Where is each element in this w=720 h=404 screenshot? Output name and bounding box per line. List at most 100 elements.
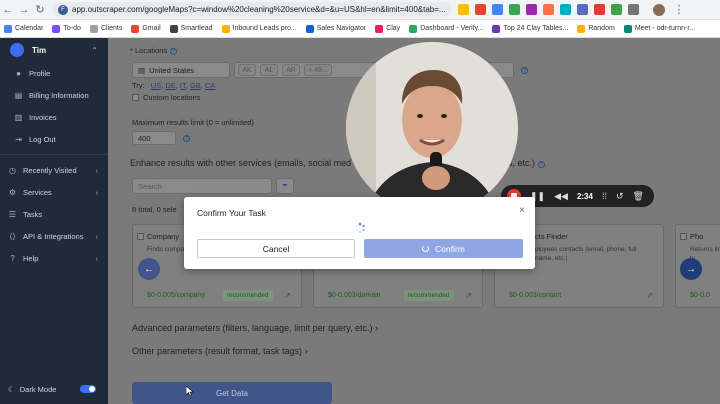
advanced-parameters-toggle[interactable]: Advanced parameters (filters, language, … xyxy=(132,323,378,333)
close-icon[interactable]: × xyxy=(519,205,525,216)
puzzle-icon[interactable] xyxy=(628,4,639,15)
meet-icon xyxy=(623,24,632,33)
bookmark-sales-navigator[interactable]: Sales Navigator xyxy=(305,24,366,33)
extension-icon[interactable] xyxy=(594,4,605,15)
sidebar-item-tasks[interactable]: ☰ Tasks xyxy=(0,203,108,225)
try-code-it[interactable]: IT xyxy=(180,81,186,90)
bookmark-todo[interactable]: To-do xyxy=(52,24,81,33)
limit-input[interactable]: 400 xyxy=(132,131,176,145)
bookmark-inbound-leads[interactable]: Inbound Leads pro... xyxy=(221,24,297,33)
sidebar: Tim ⌃ ● Profile ▤ Billing Information ▥ Inv… xyxy=(0,38,108,404)
extension-icon[interactable] xyxy=(611,4,622,15)
try-code-ca[interactable]: CA xyxy=(205,81,215,90)
reload-icon[interactable]: ↻ xyxy=(32,2,48,18)
state-chip[interactable]: AK xyxy=(238,64,256,76)
carousel-prev-button[interactable]: ← xyxy=(138,258,160,280)
help-icon[interactable]: ? xyxy=(170,48,178,55)
enhance-label: Enhance results with other services (ema… xyxy=(130,158,352,168)
state-chip-more[interactable]: + 49... xyxy=(304,64,332,76)
sidebar-item-logout[interactable]: ⇥ Log Out xyxy=(0,128,108,150)
recommended-badge: recommended xyxy=(404,290,454,301)
country-select[interactable]: ▤ United States xyxy=(132,62,230,78)
cancel-button[interactable]: Cancel xyxy=(197,239,355,258)
sidebar-item-services[interactable]: ⚙ Services › xyxy=(0,181,108,203)
bookmark-smartlead[interactable]: Smartlead xyxy=(169,24,213,33)
filter-button[interactable]: ⏷ xyxy=(276,178,294,194)
service-checkbox[interactable] xyxy=(137,233,144,240)
bookmark-clients[interactable]: Clients xyxy=(89,24,122,33)
bookmark-meet[interactable]: Meet - odr-turnn-r... xyxy=(623,24,695,33)
extension-icon[interactable] xyxy=(492,4,503,15)
sidebar-item-invoices[interactable]: ▥ Invoices xyxy=(0,106,108,128)
avatar xyxy=(10,43,24,57)
extension-icon[interactable] xyxy=(577,4,588,15)
grid-icon[interactable]: ⁞⁞ xyxy=(602,191,607,201)
bookmark-calendar[interactable]: Calendar xyxy=(4,24,43,33)
extension-icon[interactable] xyxy=(543,4,554,15)
sidebar-item-billing[interactable]: ▤ Billing Information xyxy=(0,84,108,106)
service-checkbox[interactable] xyxy=(680,233,687,240)
sidebar-item-help[interactable]: ? Help › xyxy=(0,247,108,269)
carousel-next-button[interactable]: → xyxy=(680,258,702,280)
help-icon[interactable]: ? xyxy=(521,67,528,74)
forward-icon[interactable]: → xyxy=(16,2,32,18)
filter-icon: ⏷ xyxy=(282,181,288,190)
extension-icon[interactable] xyxy=(509,4,520,15)
restart-icon[interactable]: ↺ xyxy=(616,191,624,202)
external-link-icon[interactable]: ↗ xyxy=(465,291,472,300)
dashboard-icon xyxy=(409,24,418,33)
recommended-badge: recommended xyxy=(223,290,273,301)
sidebar-item-recently-visited[interactable]: ◷ Recently Visited › xyxy=(0,159,108,181)
code-icon: ⟨⟩ xyxy=(9,231,16,241)
try-code-gb[interactable]: GB xyxy=(190,81,201,90)
person-icon: ● xyxy=(16,68,21,78)
get-data-button[interactable]: Get Data xyxy=(132,382,332,404)
menu-dots-icon[interactable]: ⋮ xyxy=(671,2,687,18)
folder-icon xyxy=(577,24,586,33)
dark-mode-toggle[interactable] xyxy=(80,385,96,393)
custom-locations-checkbox[interactable] xyxy=(132,94,139,101)
locations-label: * Locations? xyxy=(130,46,178,55)
extension-icon[interactable] xyxy=(458,4,469,15)
service-search-input[interactable]: Search xyxy=(132,178,272,194)
enhance-label-tail: s, etc.)? xyxy=(508,158,546,168)
bookmark-random[interactable]: Random xyxy=(577,24,615,33)
us-flag-icon: ▤ xyxy=(138,65,146,75)
external-link-icon[interactable]: ↗ xyxy=(284,291,291,300)
state-chip[interactable]: AL xyxy=(260,64,278,76)
webcam-person-image xyxy=(346,42,518,214)
delete-icon[interactable]: 🗑 xyxy=(633,191,644,202)
try-code-de[interactable]: DE xyxy=(165,81,175,90)
gear-icon: ⚙ xyxy=(8,187,17,197)
chevron-up-icon: ⌃ xyxy=(91,45,98,55)
bookmark-dashboard-verify[interactable]: Dashboard - Verify... xyxy=(409,24,483,33)
extension-icon[interactable] xyxy=(560,4,571,15)
help-icon[interactable]: ? xyxy=(538,161,546,168)
moon-icon: ☾ xyxy=(8,384,15,394)
sidebar-item-api[interactable]: ⟨⟩ API & Integrations › xyxy=(0,225,108,247)
help-icon[interactable]: ? xyxy=(183,135,190,142)
loading-spinner-icon xyxy=(355,222,365,233)
url-field[interactable]: F app.outscraper.com/googleMaps?c=window… xyxy=(52,2,452,17)
bookmark-gmail[interactable]: Gmail xyxy=(131,24,161,33)
sidebar-item-profile[interactable]: ● Profile xyxy=(0,62,108,84)
extensions-row: ⋮ xyxy=(458,2,687,18)
try-code-us[interactable]: US xyxy=(151,81,161,90)
extension-icon[interactable] xyxy=(475,4,486,15)
bookmark-top-clay-tables[interactable]: Top 24 Clay Tables... xyxy=(492,24,568,33)
bookmark-clay[interactable]: Clay xyxy=(375,24,400,33)
clock-icon: ◷ xyxy=(9,165,16,175)
state-chip[interactable]: AR xyxy=(282,64,300,76)
smartlead-icon xyxy=(169,24,178,33)
dark-mode-row: ☾ Dark Mode xyxy=(8,382,100,396)
rewind-icon[interactable]: ◀◀ xyxy=(554,191,568,202)
logout-icon: ⇥ xyxy=(15,134,22,144)
arrow-left-icon: ← xyxy=(144,263,154,275)
profile-avatar[interactable] xyxy=(653,3,665,16)
other-parameters-toggle[interactable]: Other parameters (result format, task ta… xyxy=(132,346,308,356)
sidebar-user[interactable]: Tim ⌃ xyxy=(0,38,108,62)
back-icon[interactable]: ← xyxy=(0,2,16,18)
extension-icon[interactable] xyxy=(526,4,537,15)
external-link-icon[interactable]: ↗ xyxy=(646,291,653,300)
confirm-button[interactable]: Confirm xyxy=(364,239,523,258)
